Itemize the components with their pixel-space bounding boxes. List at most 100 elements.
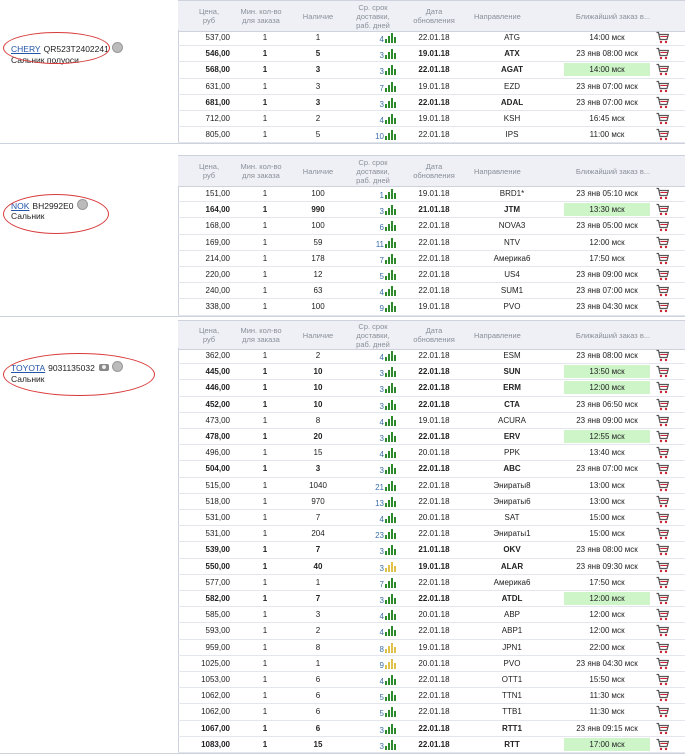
delivery-stats-icon[interactable] [385,114,396,124]
delivery-days[interactable]: 4 [380,628,384,637]
add-to-cart-cart-icon[interactable] [656,128,670,141]
add-to-cart-cart-icon[interactable] [656,365,670,378]
add-to-cart-cart-icon[interactable] [656,284,670,297]
delivery-days[interactable]: 3 [380,67,384,76]
delivery-stats-icon[interactable] [385,97,396,108]
delivery-days[interactable]: 3 [380,466,384,475]
delivery-days[interactable]: 5 [380,693,384,702]
add-to-cart-cart-icon[interactable] [656,203,670,216]
delivery-stats-icon[interactable] [385,367,396,378]
delivery-stats-icon[interactable] [385,49,396,60]
delivery-days[interactable]: 3 [380,564,384,573]
add-to-cart-cart-icon[interactable] [656,112,670,125]
delivery-days[interactable]: 3 [380,596,384,605]
delivery-days[interactable]: 10 [375,132,384,141]
delivery-stats-icon[interactable] [385,626,396,637]
delivery-stats-icon[interactable] [385,577,396,588]
delivery-stats-icon[interactable] [385,513,396,523]
add-to-cart-cart-icon[interactable] [656,31,670,44]
delivery-days[interactable]: 9 [380,661,384,670]
delivery-days[interactable]: 1 [380,191,384,200]
delivery-stats-icon[interactable] [385,448,396,459]
add-to-cart-cart-icon[interactable] [656,689,670,702]
add-to-cart-cart-icon[interactable] [656,430,670,443]
delivery-stats-icon[interactable] [385,561,396,572]
delivery-stats-icon[interactable] [385,253,396,264]
delivery-stats-icon[interactable] [385,270,396,280]
add-to-cart-cart-icon[interactable] [656,624,670,637]
delivery-stats-icon[interactable] [385,351,396,361]
delivery-days[interactable]: 3 [380,434,384,443]
delivery-days[interactable]: 3 [380,51,384,60]
delivery-stats-icon[interactable] [385,237,396,248]
add-to-cart-cart-icon[interactable] [656,511,670,524]
delivery-stats-icon[interactable] [385,723,396,734]
delivery-days[interactable]: 3 [380,100,384,109]
add-to-cart-cart-icon[interactable] [656,414,670,427]
delivery-stats-icon[interactable] [385,383,396,394]
delivery-days[interactable]: 3 [380,385,384,394]
delivery-days[interactable]: 3 [380,402,384,411]
delivery-stats-icon[interactable] [385,545,396,556]
delivery-stats-icon[interactable] [385,691,396,702]
delivery-stats-icon[interactable] [385,221,396,232]
add-to-cart-cart-icon[interactable] [656,576,670,589]
delivery-stats-icon[interactable] [385,302,396,313]
delivery-days[interactable]: 13 [375,499,384,508]
delivery-days[interactable]: 11 [376,240,384,249]
add-to-cart-cart-icon[interactable] [656,398,670,411]
delivery-days[interactable]: 4 [380,353,384,362]
add-to-cart-cart-icon[interactable] [656,268,670,281]
add-to-cart-cart-icon[interactable] [656,63,670,76]
add-to-cart-cart-icon[interactable] [656,80,670,93]
delivery-stats-icon[interactable] [385,529,396,540]
add-to-cart-cart-icon[interactable] [656,543,670,556]
delivery-stats-icon[interactable] [385,658,396,669]
add-to-cart-cart-icon[interactable] [656,47,670,60]
add-to-cart-cart-icon[interactable] [656,657,670,670]
add-to-cart-cart-icon[interactable] [656,608,670,621]
add-to-cart-cart-icon[interactable] [656,738,670,751]
delivery-days[interactable]: 5 [380,709,384,718]
delivery-stats-icon[interactable] [385,675,396,685]
add-to-cart-cart-icon[interactable] [656,300,670,313]
add-to-cart-cart-icon[interactable] [656,252,670,265]
info-icon[interactable] [111,42,123,53]
delivery-days[interactable]: 4 [380,116,384,125]
delivery-stats-icon[interactable] [385,81,396,92]
delivery-days[interactable]: 7 [380,256,384,265]
delivery-stats-icon[interactable] [385,707,396,718]
delivery-stats-icon[interactable] [385,610,396,621]
add-to-cart-cart-icon[interactable] [656,187,670,200]
add-to-cart-cart-icon[interactable] [656,446,670,459]
delivery-stats-icon[interactable] [385,205,396,216]
delivery-days[interactable]: 7 [380,84,384,93]
delivery-days[interactable]: 4 [380,677,384,686]
delivery-days[interactable]: 4 [380,612,384,621]
delivery-days[interactable]: 4 [380,288,384,297]
add-to-cart-cart-icon[interactable] [656,381,670,394]
delivery-days[interactable]: 21 [375,483,384,492]
delivery-days[interactable]: 23 [375,531,384,540]
add-to-cart-cart-icon[interactable] [656,592,670,605]
add-to-cart-cart-icon[interactable] [656,495,670,508]
delivery-days[interactable]: 4 [380,450,384,459]
add-to-cart-cart-icon[interactable] [656,722,670,735]
add-to-cart-cart-icon[interactable] [656,96,670,109]
delivery-days[interactable]: 6 [380,223,384,232]
delivery-days[interactable]: 4 [380,515,384,524]
delivery-stats-icon[interactable] [385,286,396,297]
add-to-cart-cart-icon[interactable] [656,673,670,686]
delivery-stats-icon[interactable] [385,33,396,43]
delivery-days[interactable]: 8 [380,645,384,654]
delivery-stats-icon[interactable] [385,480,396,491]
delivery-stats-icon[interactable] [385,642,396,653]
add-to-cart-cart-icon[interactable] [656,349,670,362]
delivery-stats-icon[interactable] [385,189,396,199]
add-to-cart-cart-icon[interactable] [656,236,670,249]
add-to-cart-cart-icon[interactable] [656,527,670,540]
delivery-days[interactable]: 3 [380,207,384,216]
delivery-days[interactable]: 7 [380,580,384,589]
delivery-days[interactable]: 4 [380,35,384,44]
add-to-cart-cart-icon[interactable] [656,219,670,232]
